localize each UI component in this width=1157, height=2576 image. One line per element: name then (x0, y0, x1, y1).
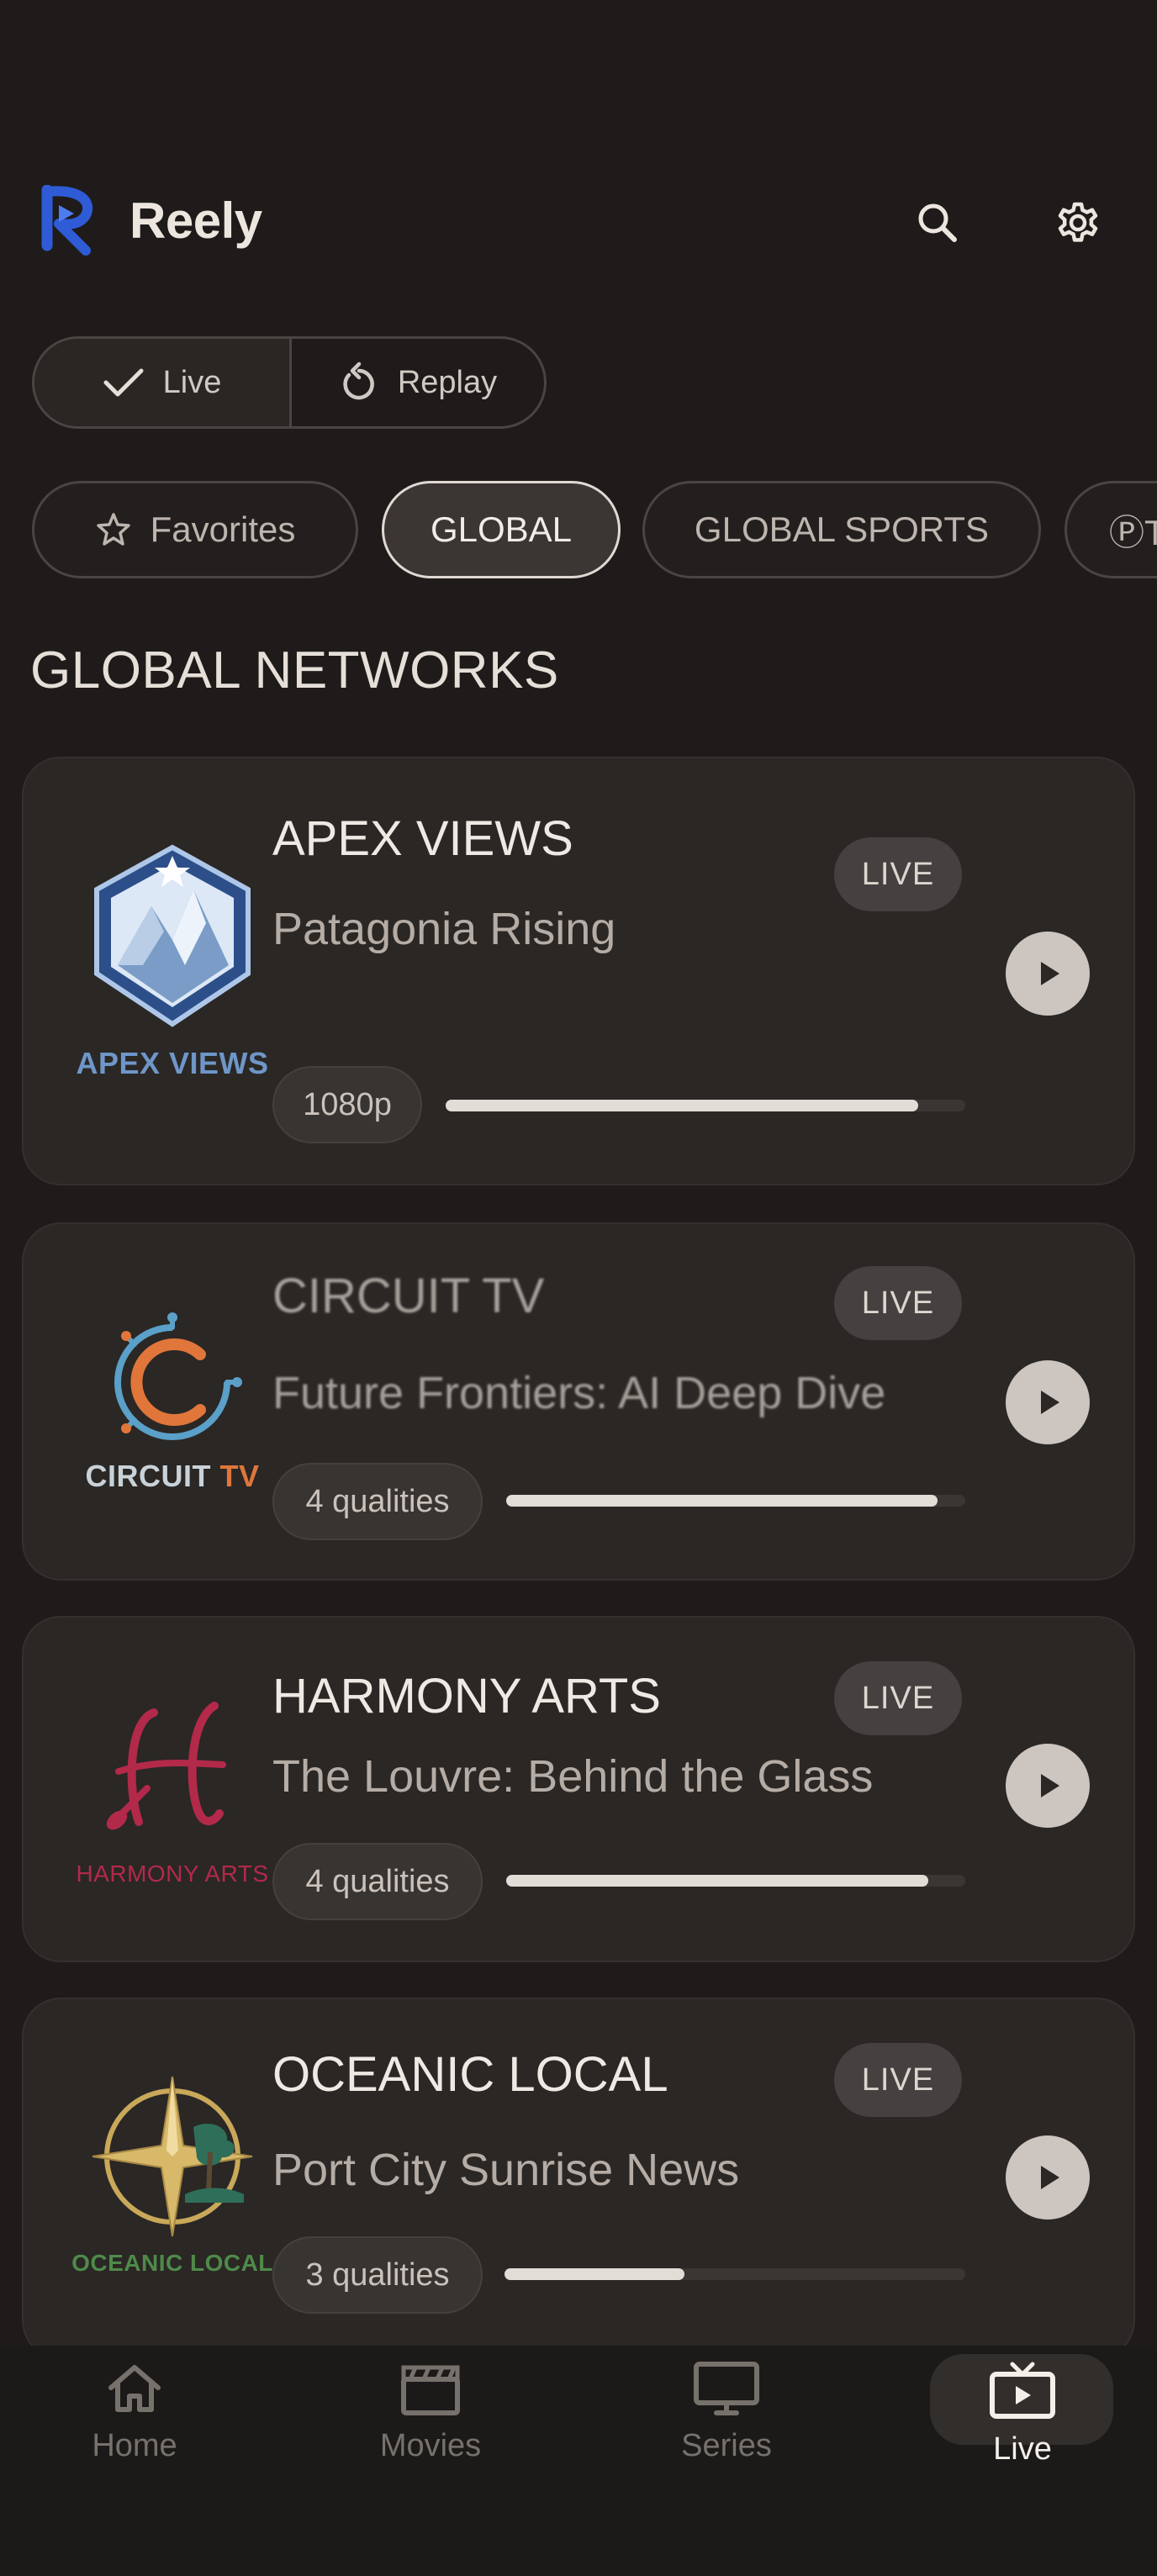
oceanic-local-logo: OCEANIC LOCAL (44, 2046, 301, 2299)
monitor-icon (694, 2362, 759, 2415)
chip-partial[interactable]: ⓅT (1065, 481, 1157, 578)
harmony-arts-logo: HARMONY ARTS (44, 1661, 301, 1914)
check-icon (103, 366, 145, 399)
section-title: GLOBAL NETWORKS (30, 641, 559, 699)
progress-bar (505, 2268, 965, 2280)
program-title: Patagonia Rising (272, 904, 616, 954)
circuit-tv-logo: CIRCUIT TV (44, 1276, 301, 1528)
channel-card-apex-views[interactable]: APEX VIEWS APEX VIEWS Patagonia Rising L… (22, 757, 1135, 1185)
quality-badge: 4 qualities (272, 1843, 483, 1920)
home-icon (108, 2365, 161, 2412)
channel-card-harmony-arts[interactable]: HARMONY ARTS HARMONY ARTS The Louvre: Be… (22, 1616, 1135, 1962)
play-icon (1041, 962, 1059, 985)
progress-bar (506, 1495, 965, 1507)
progress-fill (446, 1100, 919, 1111)
channel-name: APEX VIEWS (272, 811, 573, 866)
chip-favorites-label: Favorites (150, 509, 296, 549)
nav-home-label: Home (92, 2428, 177, 2463)
live-badge: LIVE (834, 2043, 962, 2117)
chip-global-label: GLOBAL (430, 509, 573, 549)
circuit-emblem-icon (114, 1312, 242, 1440)
replay-option-label: Replay (397, 364, 498, 400)
settings-button[interactable] (1049, 193, 1107, 252)
channel-name: CIRCUIT TV (272, 1269, 545, 1323)
circuit-logo-word: CIRCUIT (85, 1459, 211, 1493)
channel-card-oceanic-local[interactable]: OCEANIC LOCAL OCEANIC LOCAL Port City Su… (22, 1998, 1135, 2359)
live-tv-icon (990, 2362, 1055, 2419)
channel-card-circuit-tv[interactable]: CIRCUIT TV CIRCUIT TV Future Frontiers: … (22, 1222, 1135, 1581)
tv-logo-word: TV (219, 1459, 260, 1493)
play-icon (1041, 2166, 1059, 2189)
live-badge: LIVE (834, 1661, 962, 1735)
quality-badge: 1080p (272, 1066, 422, 1143)
chip-partial-label: ⓅT (1109, 512, 1157, 552)
chip-favorites[interactable]: Favorites (32, 481, 358, 578)
progress-fill (506, 1495, 938, 1507)
nav-item-series[interactable]: Series (626, 2346, 827, 2514)
quality-badge: 3 qualities (272, 2236, 483, 2314)
apex-views-logo: APEX VIEWS (44, 834, 301, 1086)
search-button[interactable] (908, 193, 967, 252)
program-title: The Louvre: Behind the Glass (272, 1751, 874, 1802)
app-root: Reely Live Replay Favorites GLOBAL GLOBA… (0, 0, 1157, 2576)
nav-live-label: Live (993, 2431, 1052, 2467)
search-icon (918, 203, 957, 242)
live-badge: LIVE (834, 837, 962, 911)
nav-series-label: Series (681, 2428, 772, 2463)
chip-global[interactable]: GLOBAL (382, 481, 621, 578)
gear-icon (1058, 202, 1098, 242)
nav-item-home[interactable]: Home (34, 2346, 235, 2514)
live-option-label: Live (162, 364, 222, 400)
progress-bar (446, 1100, 965, 1111)
replay-icon (339, 362, 379, 404)
apex-views-logo-text: APEX VIEWS (76, 1046, 269, 1080)
mountain-emblem-icon (94, 844, 251, 1027)
play-icon (1041, 1774, 1059, 1797)
compass-tree-icon (92, 2076, 253, 2237)
brush-letter-h-icon (106, 1702, 226, 1830)
replay-option[interactable]: Replay (292, 339, 544, 426)
nav-item-movies[interactable]: Movies (330, 2346, 531, 2514)
app-title: Reely (129, 193, 262, 249)
quality-badge: 4 qualities (272, 1463, 483, 1540)
bottom-navigation: Home Movies Series Live (0, 2346, 1157, 2576)
program-title: Port City Sunrise News (272, 2145, 740, 2195)
program-title: Future Frontiers: AI Deep Dive (272, 1368, 886, 1418)
progress-fill (505, 2268, 684, 2280)
play-button[interactable] (1006, 932, 1090, 1016)
top-app-bar: Reely (0, 168, 1157, 277)
star-icon (96, 513, 130, 546)
live-option[interactable]: Live (34, 339, 292, 426)
category-chips: Favorites GLOBAL GLOBAL SPORTS ⓅT (32, 479, 1157, 580)
chip-global-sports[interactable]: GLOBAL SPORTS (642, 481, 1041, 578)
progress-fill (506, 1875, 929, 1887)
oceanic-local-logo-text: OCEANIC LOCAL (71, 2250, 273, 2276)
clapperboard-icon (401, 2365, 460, 2415)
channel-name: OCEANIC LOCAL (272, 2047, 668, 2102)
nav-movies-label: Movies (379, 2428, 482, 2463)
live-badge: LIVE (834, 1266, 962, 1340)
play-button[interactable] (1006, 1360, 1090, 1444)
play-button[interactable] (1006, 1744, 1090, 1828)
nav-item-live[interactable]: Live (922, 2346, 1123, 2514)
progress-bar (506, 1875, 965, 1887)
harmony-arts-logo-text: HARMONY ARTS (76, 1861, 269, 1887)
play-button[interactable] (1006, 2135, 1090, 2220)
live-replay-toggle: Live Replay (32, 336, 547, 429)
circuit-tv-logo-text: CIRCUIT TV (85, 1459, 259, 1494)
reely-logo-icon (37, 184, 101, 256)
chip-global-sports-label: GLOBAL SPORTS (694, 509, 990, 549)
channel-name: HARMONY ARTS (272, 1669, 661, 1723)
play-icon (1041, 1391, 1059, 1414)
